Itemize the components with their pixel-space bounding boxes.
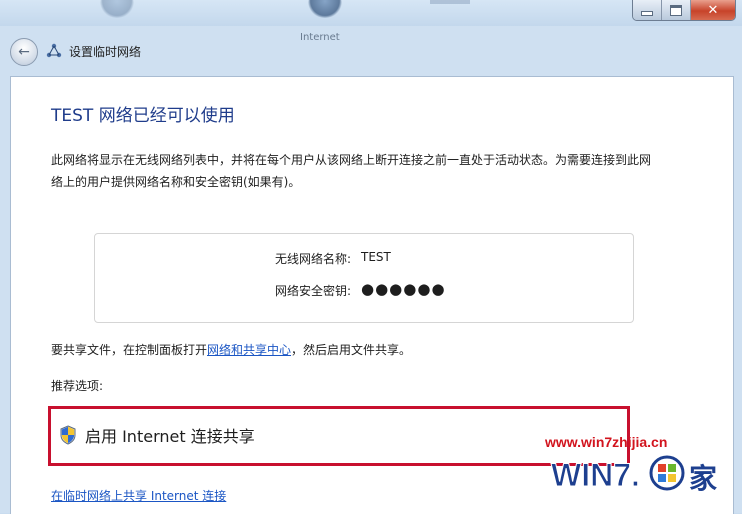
back-button[interactable]: ← [10, 38, 38, 66]
network-name-label: 无线网络名称: [274, 252, 351, 266]
close-icon: ✕ [707, 2, 719, 18]
desktop-icon-label: Internet [300, 32, 340, 43]
maximize-button[interactable] [662, 0, 691, 20]
share-hint-prefix: 要共享文件，在控制面板打开 [51, 343, 208, 357]
minimize-icon [641, 10, 653, 16]
maximize-icon [670, 4, 682, 16]
enable-ics-label: 启用 Internet 连接共享 [85, 427, 255, 446]
security-key-row: 网络安全密钥: ●●●●●● [95, 280, 633, 302]
win7-logo-watermark: WIN7. 家 [551, 455, 717, 495]
arrow-left-icon: ← [18, 44, 30, 60]
wizard-nav-bar: ← 设置临时网络 [0, 26, 742, 76]
description-text: 此网络将显示在无线网络列表中，并将在每个用户从该网络上断开连接之前一直处于活动状… [51, 153, 652, 189]
close-button[interactable]: ✕ [691, 0, 735, 20]
enable-ics-option[interactable]: 启用 Internet 连接共享 [59, 423, 255, 447]
minimize-button[interactable] [633, 0, 662, 20]
page-heading: TEST 网络已经可以使用 [51, 106, 235, 126]
network-info-panel: 无线网络名称: TEST 网络安全密钥: ●●●●●● [94, 233, 634, 323]
logo-text: WIN7. [551, 457, 640, 493]
desktop-icon [100, 0, 134, 18]
window-controls: ✕ [632, 0, 736, 21]
share-internet-on-adhoc-link[interactable]: 在临时网络上共享 Internet 连接 [51, 487, 226, 504]
network-name-value: TEST [361, 250, 391, 264]
uac-shield-icon [60, 425, 76, 445]
network-sharing-center-link[interactable]: 网络和共享中心 [207, 343, 291, 357]
recommended-options-label: 推荐选项: [51, 379, 104, 393]
logo-char: 家 [689, 462, 717, 495]
network-globe-icon [308, 0, 342, 18]
share-hint-suffix: ，然后启用文件共享。 [291, 343, 412, 357]
security-key-value: ●●●●●● [361, 280, 446, 298]
file-sharing-hint: 要共享文件，在控制面板打开网络和共享中心，然后启用文件共享。 [51, 341, 411, 358]
desktop-decor [430, 0, 470, 4]
network-name-row: 无线网络名称: TEST [95, 250, 633, 270]
security-key-label: 网络安全密钥: [274, 284, 351, 298]
adhoc-network-icon [46, 43, 62, 58]
wizard-title: 设置临时网络 [69, 45, 142, 59]
watermark-url: www.win7zhijia.cn [545, 434, 668, 450]
